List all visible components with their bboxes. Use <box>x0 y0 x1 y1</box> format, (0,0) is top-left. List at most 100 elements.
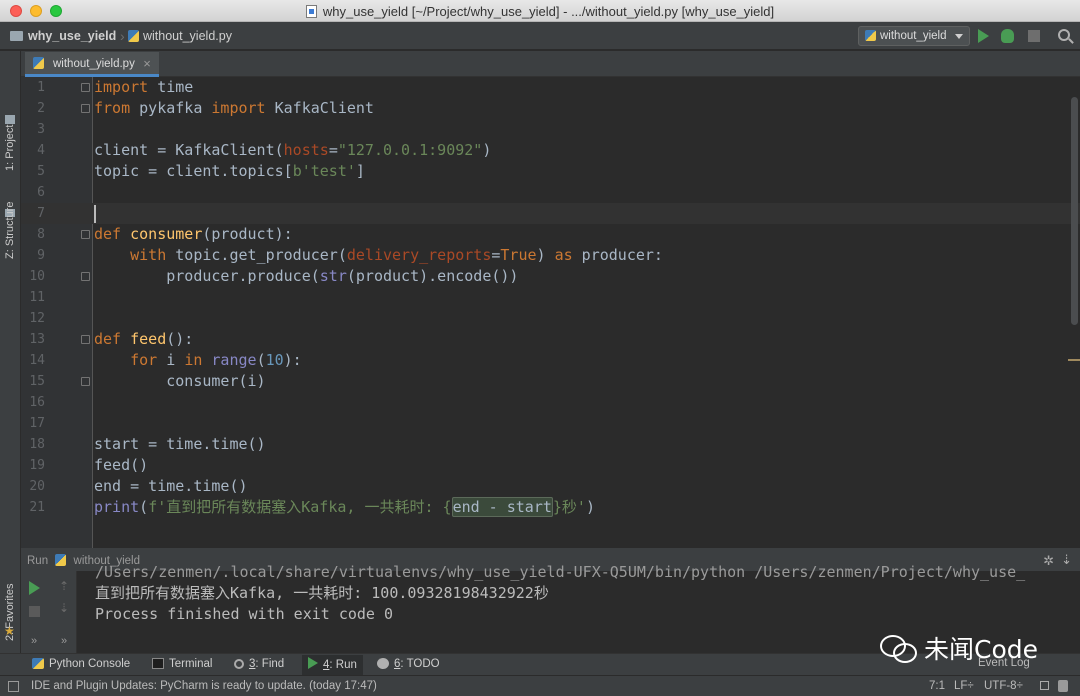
chevron-down-icon <box>955 34 963 39</box>
breadcrumb-separator: › <box>120 28 125 44</box>
inspector-icon[interactable] <box>1058 680 1068 692</box>
terminal-button[interactable]: Terminal <box>152 658 212 670</box>
line-number: 10 <box>29 269 45 284</box>
line-number: 12 <box>29 311 45 326</box>
console-line: /Users/zenmen/.local/share/virtualenvs/w… <box>95 563 1026 581</box>
text-cursor <box>94 205 96 223</box>
python-file-icon <box>55 554 67 566</box>
encoding-select[interactable]: UTF-8÷ <box>984 680 1023 692</box>
code-line: 8 def consumer(product): <box>21 224 1080 245</box>
editor-tab-label: without_yield.py <box>53 58 135 70</box>
python-console-button[interactable]: Python Console <box>32 658 130 670</box>
tool-window-structure-label: Z: Structure <box>4 201 16 259</box>
code-line: 13 def feed(): <box>21 329 1080 350</box>
find-button[interactable]: 3: Find <box>234 658 284 670</box>
terminal-icon <box>152 658 164 669</box>
run-tool-button[interactable]: 4: Run <box>302 655 363 675</box>
fold-icon[interactable] <box>81 377 90 386</box>
console-line: 直到把所有数据塞入Kafka, 一共耗时: 100.09328198432922… <box>95 584 549 602</box>
line-number: 19 <box>29 458 45 473</box>
line-number: 5 <box>37 164 45 179</box>
line-number: 16 <box>29 395 45 410</box>
code-line: 10 producer.produce(str(product).encode(… <box>21 266 1080 287</box>
fold-icon[interactable] <box>81 272 90 281</box>
code-editor[interactable]: 1 import time 2 from pykafka import KafkaC… <box>21 77 1080 548</box>
watermark-text: 未闻Code <box>924 635 1039 664</box>
hide-panel-icon[interactable]: ⇣ <box>1061 552 1072 568</box>
code-line: 11 <box>21 287 1080 308</box>
code-line: 17 <box>21 413 1080 434</box>
error-stripe-marker[interactable] <box>1068 359 1080 361</box>
breadcrumb-file[interactable]: without_yield.py <box>128 29 232 43</box>
close-icon[interactable]: × <box>143 56 151 71</box>
console-line: Process finished with exit code 0 <box>95 605 394 623</box>
title-bar: why_use_yield [~/Project/why_use_yield] … <box>0 0 1080 22</box>
search-icon <box>234 659 244 669</box>
fold-icon[interactable] <box>81 83 90 92</box>
line-number: 17 <box>29 416 45 431</box>
status-message[interactable]: IDE and Plugin Updates: PyCharm is ready… <box>31 680 377 692</box>
gear-icon[interactable]: ✲ <box>1043 553 1054 569</box>
tool-window-project-label: 1: Project <box>4 124 16 171</box>
line-number: 15 <box>29 374 45 389</box>
rerun-button[interactable] <box>29 581 40 595</box>
python-icon <box>32 658 44 669</box>
run-label: : Run <box>329 659 357 671</box>
run-side-toolbar: ⇡ ⇣ » » <box>21 571 77 654</box>
editor-tab-without-yield[interactable]: without_yield.py × <box>25 52 159 77</box>
run-button[interactable] <box>978 29 989 43</box>
todo-label: : TODO <box>400 658 440 670</box>
line-number: 1 <box>37 80 45 95</box>
folder-icon <box>10 31 23 41</box>
search-everywhere-icon[interactable] <box>1058 29 1070 41</box>
stop-button[interactable] <box>1028 30 1040 42</box>
line-number: 4 <box>37 143 45 158</box>
python-file-icon <box>865 30 876 41</box>
line-number: 9 <box>37 248 45 263</box>
run-configuration-label: without_yield <box>880 30 947 42</box>
python-console-label: Python Console <box>49 658 131 670</box>
code-line: 1 import time <box>21 77 1080 98</box>
line-number: 18 <box>29 437 45 452</box>
fold-icon[interactable] <box>81 230 90 239</box>
line-number: 14 <box>29 353 45 368</box>
lock-icon[interactable] <box>1040 681 1049 690</box>
editor-scrollbar[interactable] <box>1071 97 1078 325</box>
code-line: 15 consumer(i) <box>21 371 1080 392</box>
code-line: 2 from pykafka import KafkaClient <box>21 98 1080 119</box>
code-line: 5 topic = client.topics[b'test'] <box>21 161 1080 182</box>
code-line: 3 <box>21 119 1080 140</box>
breadcrumb-project[interactable]: why_use_yield <box>10 29 116 43</box>
code-line: 12 <box>21 308 1080 329</box>
code-line: 14 for i in range(10): <box>21 350 1080 371</box>
code-line: 4 client = KafkaClient(hosts="127.0.0.1:9… <box>21 140 1080 161</box>
find-label: : Find <box>255 658 285 670</box>
more-actions-icon[interactable]: » <box>31 635 37 647</box>
watermark: 未闻Code <box>880 630 1038 666</box>
toggle-tool-windows-icon[interactable] <box>8 681 19 692</box>
console-output[interactable]: /Users/zenmen/.local/share/virtualenvs/w… <box>95 562 1025 625</box>
run-configuration-select[interactable]: without_yield <box>858 26 970 46</box>
python-file-icon <box>33 57 44 69</box>
todo-button[interactable]: 6: TODO <box>377 658 440 670</box>
caret-position[interactable]: 7:1 <box>929 680 945 692</box>
line-number: 20 <box>29 479 45 494</box>
debug-button[interactable] <box>1001 29 1014 43</box>
arrow-up-icon[interactable]: ⇡ <box>59 579 69 593</box>
breadcrumb-project-label: why_use_yield <box>28 29 117 43</box>
star-icon: ★ <box>4 624 15 638</box>
stop-run-button[interactable] <box>29 606 40 617</box>
chat-bubbles-icon <box>880 633 918 663</box>
terminal-label: Terminal <box>169 658 213 670</box>
navigation-bar: why_use_yield › without_yield.py without… <box>0 22 1080 50</box>
code-line: 21 print(f'直到把所有数据塞入Kafka, 一共耗时: {end - s… <box>21 497 1080 518</box>
more-actions-icon[interactable]: » <box>61 635 67 647</box>
code-line: 6 <box>21 182 1080 203</box>
editor-tab-bar: without_yield.py × <box>21 51 1080 77</box>
window-title: why_use_yield [~/Project/why_use_yield] … <box>0 4 1080 19</box>
line-separator-select[interactable]: LF÷ <box>954 680 974 692</box>
arrow-down-icon[interactable]: ⇣ <box>59 601 69 615</box>
fold-icon[interactable] <box>81 335 90 344</box>
fold-icon[interactable] <box>81 104 90 113</box>
run-panel-title: Run <box>27 555 49 567</box>
